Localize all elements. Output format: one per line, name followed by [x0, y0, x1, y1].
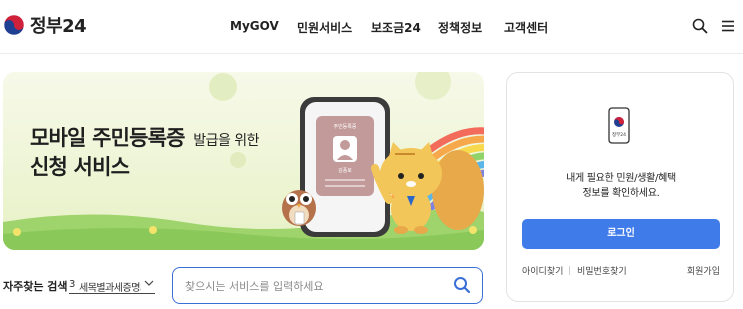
logo-text: 정부24: [30, 16, 87, 37]
signup-link[interactable]: 회원가입: [687, 264, 720, 277]
mobile-phone-icon: 정부24: [608, 107, 630, 144]
link-divider: [569, 266, 570, 275]
login-links: 아이디찾기 비밀번호찾기 회원가입: [522, 264, 720, 278]
find-password-link[interactable]: 비밀번호찾기: [577, 264, 627, 277]
nav-customer-center[interactable]: 고객센터: [504, 19, 548, 36]
phone-logo-text: 정부24: [612, 131, 626, 138]
nav-subsidy[interactable]: 보조금24: [371, 19, 421, 36]
frequent-search-label: 자주찾는 검색: [3, 280, 68, 293]
id-card-name: 김풍로: [338, 167, 352, 174]
banner-title-suffix: 발급을 위한: [193, 133, 260, 149]
taegeuk-emblem-icon: [3, 14, 25, 36]
frequent-search-rank: 3: [69, 279, 76, 290]
frequent-search-term: 세목별과세증명서: [79, 283, 141, 294]
nav-civil-service[interactable]: 민원서비스: [297, 19, 352, 36]
banner-title-line1: 모바일 주민등록증 발급을 위한: [30, 122, 260, 152]
nav-mygov[interactable]: MyGOV: [230, 19, 279, 33]
login-message-line2: 정보를 확인하세요.: [582, 188, 660, 199]
frequent-search-dropdown[interactable]: 3 세목별과세증명서: [69, 276, 155, 294]
service-search-box: [172, 267, 483, 304]
search-icon[interactable]: [453, 276, 471, 294]
banner-title-main: 모바일 주민등록증: [30, 126, 185, 150]
login-card: 정부24 내게 필요한 민원/생활/혜택 정보를 확인하세요. 로그인 아이디찾…: [506, 72, 734, 302]
promo-banner[interactable]: 주민등록증 김풍로 모바일 주민등록증 발급을 위한 신청 서비스: [3, 72, 484, 250]
service-search-input[interactable]: [185, 277, 445, 295]
banner-title-line2: 신청 서비스: [30, 155, 130, 179]
site-logo[interactable]: 정부24: [3, 12, 87, 38]
chevron-down-icon: [144, 280, 154, 286]
id-card-label: 주민등록증: [333, 123, 356, 130]
search-icon[interactable]: [692, 18, 708, 34]
login-message-line1: 내게 필요한 민원/생활/혜택: [566, 173, 676, 184]
login-button[interactable]: 로그인: [522, 219, 720, 249]
find-id-link[interactable]: 아이디찾기: [522, 264, 563, 277]
menu-icon[interactable]: [720, 18, 736, 34]
nav-policy-info[interactable]: 정책정보: [438, 19, 482, 36]
site-header: 정부24 MyGOV 민원서비스 보조금24 정책정보 고객센터: [0, 0, 743, 54]
